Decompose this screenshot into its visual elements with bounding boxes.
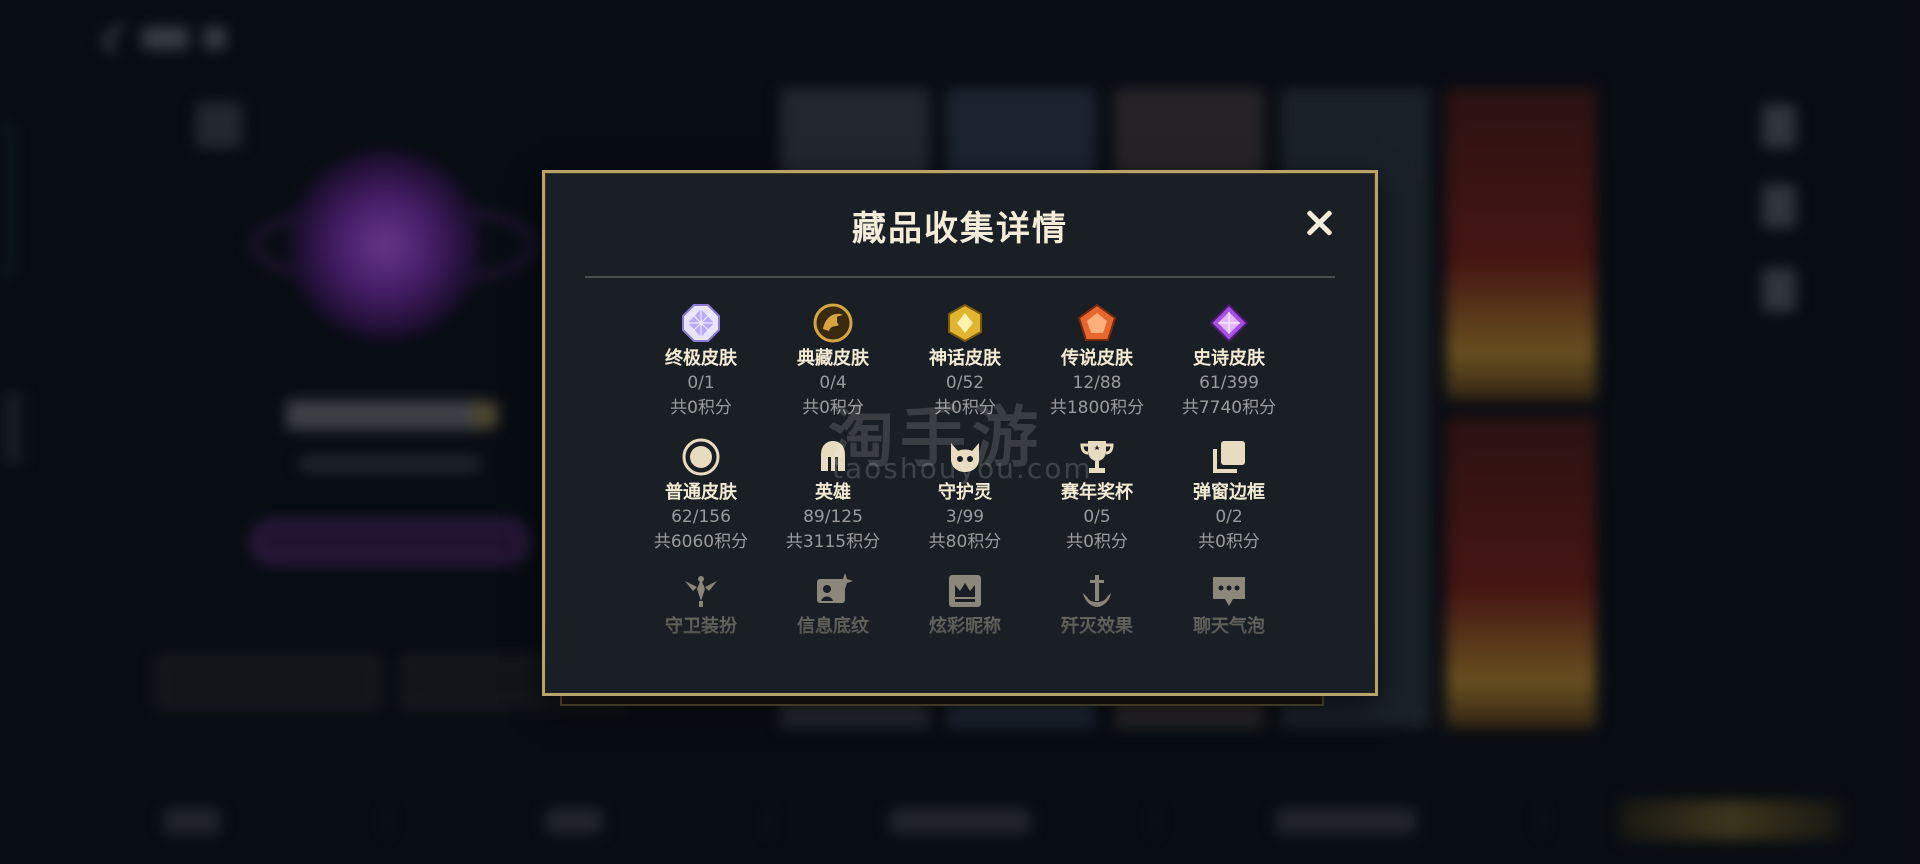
collection-item-count: 0/2 — [1215, 507, 1243, 527]
collection-item-points: 共0积分 — [1198, 532, 1260, 552]
collection-item[interactable]: 聊天气泡 — [1163, 571, 1295, 691]
collection-item-name: 聊天气泡 — [1193, 616, 1265, 637]
collection-item-name: 弹窗边框 — [1193, 482, 1265, 503]
chat-bubble-icon — [1209, 571, 1249, 611]
collection-item-name: 普通皮肤 — [665, 482, 737, 503]
collection-item[interactable]: 普通皮肤 62/156 共6060积分 — [635, 437, 767, 557]
collection-item[interactable]: 信息底纹 — [767, 571, 899, 691]
collection-item-name: 典藏皮肤 — [797, 348, 869, 369]
divider — [585, 276, 1335, 278]
ward-icon — [681, 571, 721, 611]
collection-item[interactable]: 守卫装扮 — [635, 571, 767, 691]
collection-item-name: 史诗皮肤 — [1193, 348, 1265, 369]
collection-item[interactable]: 史诗皮肤 61/399 共7740积分 — [1163, 303, 1295, 423]
close-icon[interactable] — [1301, 205, 1337, 241]
frames-icon — [1209, 437, 1249, 477]
collection-item-count: 0/5 — [1083, 507, 1111, 527]
collection-item-points: 共0积分 — [1066, 532, 1128, 552]
card-sparkle-icon — [813, 571, 853, 611]
collection-item-name: 歼灭效果 — [1061, 616, 1133, 637]
collection-item-name: 终极皮肤 — [665, 348, 737, 369]
collection-item-name: 传说皮肤 — [1061, 348, 1133, 369]
collection-item-count: 61/399 — [1199, 373, 1259, 393]
collection-item-name: 守卫装扮 — [665, 616, 737, 637]
collection-item-points: 共3115积分 — [785, 532, 881, 552]
gold-hexagon-icon — [945, 303, 985, 343]
collection-item-points: 共1800积分 — [1049, 398, 1145, 418]
crystal-octagon-icon — [681, 303, 721, 343]
collection-item-count: 3/99 — [945, 507, 985, 527]
crown-badge-icon — [945, 571, 985, 611]
collection-item[interactable]: 歼灭效果 — [1031, 571, 1163, 691]
collection-item-count: 89/125 — [803, 507, 863, 527]
collection-item-count: 62/156 — [671, 507, 731, 527]
watermark-url: taoshouyou.com — [832, 452, 1093, 485]
collection-item-points: 共80积分 — [928, 532, 1002, 552]
collection-item-name: 信息底纹 — [797, 616, 869, 637]
purple-diamond-icon — [1209, 303, 1249, 343]
collection-item-count: 0/1 — [687, 373, 715, 393]
collection-item[interactable]: 传说皮肤 12/88 共1800积分 — [1031, 303, 1163, 423]
collection-item-points: 共6060积分 — [653, 532, 749, 552]
dragon-emblem-icon — [813, 303, 853, 343]
collection-item-name: 神话皮肤 — [929, 348, 1001, 369]
collection-item-points: 共7740积分 — [1181, 398, 1277, 418]
collection-item-count: 12/88 — [1072, 373, 1122, 393]
collection-item[interactable]: 弹窗边框 0/2 共0积分 — [1163, 437, 1295, 557]
collection-item-name: 炫彩昵称 — [929, 616, 1001, 637]
dialog-title: 藏品收集详情 — [852, 209, 1068, 249]
collection-grid: 终极皮肤 0/1 共0积分 典藏皮肤 0/4 共0积分 神话皮肤 0/52 共0积分 传说皮肤 12… — [635, 303, 1295, 691]
collection-item[interactable]: 炫彩昵称 — [899, 571, 1031, 691]
orange-pentagon-icon — [1077, 303, 1117, 343]
anchor-sword-icon — [1077, 571, 1117, 611]
collection-item[interactable]: 终极皮肤 0/1 共0积分 — [635, 303, 767, 423]
circle-icon — [681, 437, 721, 477]
collection-item-points: 共0积分 — [670, 398, 732, 418]
